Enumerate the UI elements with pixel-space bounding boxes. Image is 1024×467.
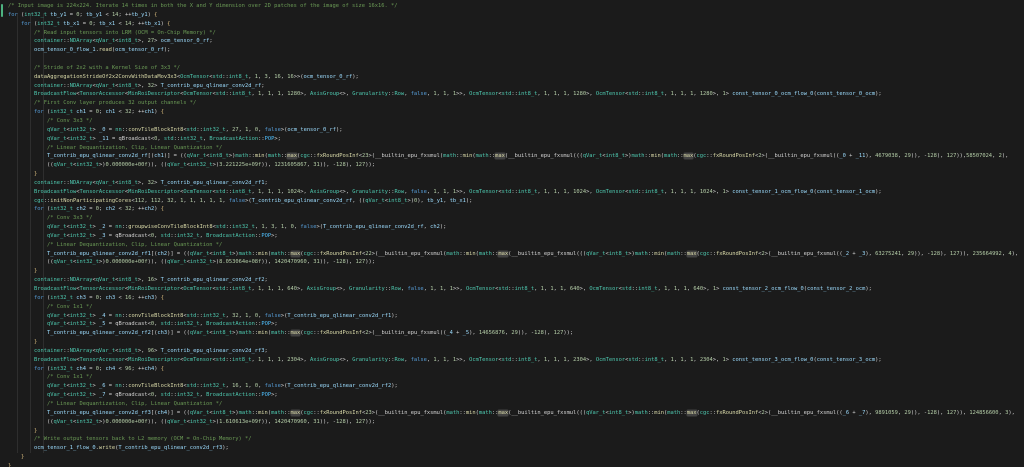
code-line[interactable]: } [0, 453, 1020, 462]
code-line[interactable]: qVar_t<int32_t> _6 = nn::convTileBlockIn… [0, 382, 1020, 391]
code-line-comment[interactable]: /* Linear Dequantization, Clip, Linear Q… [0, 241, 1020, 250]
code-line[interactable]: qVar_t<int32_t> _5 = qBroadcast<0, std::… [0, 320, 1020, 329]
code-line[interactable]: container::NDArray<qVar_t<int8_t>, 16> T… [0, 276, 1020, 285]
code-line-comment[interactable]: /* Linear Dequantization, Clip, Linear Q… [0, 400, 1020, 409]
code-line-comment[interactable]: /* Read input tensors into LRM (OCM = On… [0, 29, 1020, 38]
code-line-comment[interactable]: /* First Conv layer produces 32 output c… [0, 99, 1020, 108]
code-line-comment[interactable]: /* Linear Dequantization, Clip, Linear Q… [0, 144, 1020, 153]
word-occurrence-highlight: max [291, 251, 301, 257]
code-line-comment[interactable]: /* Conv 3x3 */ [0, 117, 1020, 126]
word-occurrence-highlight: max [498, 410, 508, 416]
code-line[interactable]: T_contrib_epu_qlinear_conv2d_rf2[(ch3)] … [0, 329, 1020, 338]
code-line[interactable]: dataAggregationStrideOf2x2ConvWithDataMo… [0, 73, 1020, 82]
code-line[interactable]: } [0, 462, 1020, 467]
code-line[interactable]: for (int32_t ch4 = 0; ch4 < 96; ++ch4) { [0, 365, 1020, 374]
word-occurrence-highlight: max [687, 251, 697, 257]
code-line[interactable]: container::NDArray<qVar_t<int8_t>, 27> o… [0, 37, 1020, 46]
code-line-comment[interactable]: /* Stride of 2x2 with a Kernel Size of 3… [0, 64, 1020, 73]
word-occurrence-highlight: max [287, 153, 297, 159]
code-line[interactable]: T_contrib_epu_qlinear_conv2d_rf[(ch1)] =… [0, 152, 1020, 170]
code-line[interactable]: ocm_tensor_0_flow_1.read(ocm_tensor_0_rf… [0, 46, 1020, 55]
code-line[interactable]: BroadcastFlow<TensorAccessor<MinRoiDescr… [0, 356, 1020, 365]
code-editor-window: /* Input image is 224x224. Iterate 14 ti… [0, 0, 1024, 467]
code-line[interactable]: qVar_t<int32_t> _0 = nn::convTileBlockIn… [0, 126, 1020, 135]
code-line[interactable]: BroadcastFlow<TensorAccessor<MinRoiDescr… [0, 188, 1020, 197]
code-line[interactable]: for (int32_t ch1 = 0; ch1 < 32; ++ch1) { [0, 108, 1020, 117]
code-line[interactable]: qVar_t<int32_t> _11 = qBroadcast<0, std:… [0, 135, 1020, 144]
word-occurrence-highlight: max [291, 410, 301, 416]
code-line-comment[interactable]: /* Conv 3x3 */ [0, 214, 1020, 223]
code-line[interactable]: for (int32_t ch2 = 0; ch2 < 32; ++ch2) { [0, 205, 1020, 214]
code-line[interactable]: qVar_t<int32_t> _3 = qBroadcast<0, std::… [0, 232, 1020, 241]
code-line[interactable]: T_contrib_epu_qlinear_conv2d_rf1[(ch2)] … [0, 250, 1020, 268]
code-line[interactable]: T_contrib_epu_qlinear_conv2d_rf3[(ch4)] … [0, 409, 1020, 427]
code-line[interactable]: for (int32_t tb_y1 = 0; tb_y1 < 14; ++tb… [0, 11, 1020, 20]
code-line-comment[interactable]: /* Conv 1x1 */ [0, 303, 1020, 312]
code-line-comment[interactable]: /* Input image is 224x224. Iterate 14 ti… [0, 2, 1020, 11]
word-occurrence-highlight: max [291, 330, 301, 336]
word-occurrence-highlight: max [495, 153, 505, 159]
code-line[interactable]: qVar_t<int32_t> _2 = nn::groupwiseConvTi… [0, 223, 1020, 232]
code-line[interactable]: BroadcastFlow<TensorAccessor<MinRoiDescr… [0, 285, 1020, 294]
code-line[interactable]: container::NDArray<qVar_t<int8_t>, 32> T… [0, 82, 1020, 91]
code-line[interactable]: } [0, 170, 1020, 179]
code-line[interactable]: container::NDArray<qVar_t<int8_t>, 96> T… [0, 347, 1020, 356]
code-line-comment[interactable]: /* Conv 1x1 */ [0, 373, 1020, 382]
code-line-comment[interactable]: /* Write output tensors back to L2 memor… [0, 435, 1020, 444]
code-line[interactable]: BroadcastFlow<TensorAccessor<MinRoiDescr… [0, 90, 1020, 99]
code-line[interactable]: qVar_t<int32_t> _7 = qBroadcast<0, std::… [0, 391, 1020, 400]
code-line[interactable]: cgc::initNonParticipatingCores<112, 112,… [0, 197, 1020, 206]
word-occurrence-highlight: max [684, 153, 694, 159]
code-line[interactable] [0, 55, 1020, 64]
word-occurrence-highlight: max [498, 251, 508, 257]
code-line[interactable]: container::NDArray<qVar_t<int8_t>, 32> T… [0, 179, 1020, 188]
code-line[interactable]: } [0, 267, 1020, 276]
code-line[interactable]: } [0, 338, 1020, 347]
word-occurrence-highlight: max [687, 410, 697, 416]
code-line[interactable]: qVar_t<int32_t> _4 = nn::convTileBlockIn… [0, 312, 1020, 321]
code-line[interactable]: ocm_tensor_1_flow_0.write(T_contrib_epu_… [0, 444, 1020, 453]
code-area[interactable]: /* Input image is 224x224. Iterate 14 ti… [0, 0, 1024, 467]
code-line[interactable]: for (int32_t ch3 = 0; ch3 < 16; ++ch3) { [0, 294, 1020, 303]
code-line[interactable]: for (int32_t tb_x1 = 0; tb_x1 < 14; ++tb… [0, 20, 1020, 29]
code-line[interactable]: } [0, 427, 1020, 436]
